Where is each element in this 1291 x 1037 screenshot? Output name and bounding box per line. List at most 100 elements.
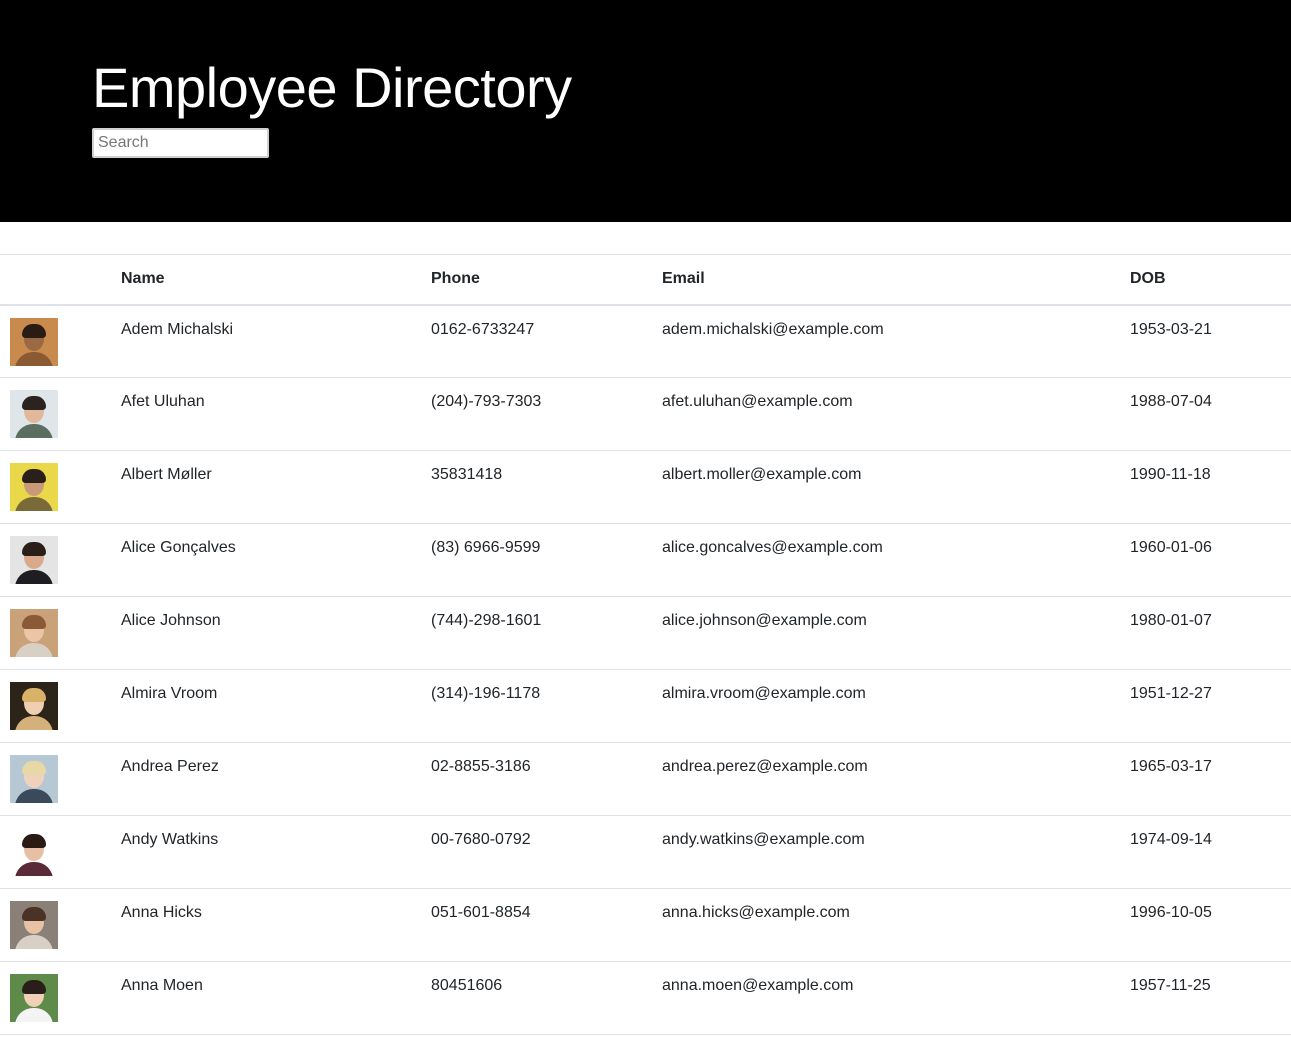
cell-name: Alice Gonçalves bbox=[121, 539, 236, 556]
cell-phone: 02-8855-3186 bbox=[431, 758, 531, 775]
cell-dob: 1951-12-27 bbox=[1130, 685, 1212, 702]
cell-email: adem.michalski@example.com bbox=[662, 320, 884, 338]
cell-name: Anna Hicks bbox=[121, 904, 202, 921]
table-row: Alice Gonçalves (83) 6966-9599 alice.gonca… bbox=[0, 524, 1291, 597]
cell-email: andrea.perez@example.com bbox=[662, 758, 868, 775]
cell-email: alice.johnson@example.com bbox=[662, 612, 867, 629]
avatar bbox=[10, 317, 58, 366]
cell-dob: 1974-09-14 bbox=[1130, 831, 1212, 848]
avatar-body bbox=[15, 789, 53, 803]
cell-email: almira.vroom@example.com bbox=[662, 685, 866, 702]
avatar-hair bbox=[22, 980, 46, 994]
cell-phone: (83) 6966-9599 bbox=[431, 539, 541, 556]
avatar bbox=[10, 390, 58, 438]
avatar-cell bbox=[0, 816, 121, 889]
table-row: Andy Watkins 00-7680-0792 andy.watkins@exa… bbox=[0, 816, 1291, 889]
avatar-body bbox=[15, 424, 53, 438]
table-row: Adem Michalski 0162-6733247 adem.michalski… bbox=[0, 305, 1291, 378]
avatar-cell bbox=[0, 378, 121, 451]
avatar-body bbox=[15, 570, 53, 584]
avatar bbox=[10, 682, 58, 730]
cell-dob: 1960-01-06 bbox=[1130, 539, 1212, 556]
cell-email: andy.watkins@example.com bbox=[662, 831, 865, 848]
cell-dob: 1965-03-17 bbox=[1130, 758, 1212, 775]
avatar-cell bbox=[0, 597, 121, 670]
column-header-phone[interactable]: Phone bbox=[431, 255, 662, 305]
cell-name: Andrea Perez bbox=[121, 758, 219, 775]
search-input[interactable] bbox=[92, 128, 269, 158]
page-header: Employee Directory bbox=[0, 0, 1291, 222]
cell-name: Almira Vroom bbox=[121, 685, 218, 702]
cell-phone: 0162-6733247 bbox=[431, 320, 535, 338]
avatar-body bbox=[15, 862, 53, 876]
cell-name: Albert Møller bbox=[121, 466, 212, 483]
table-row: Andrea Perez 02-8855-3186 andrea.perez@exa… bbox=[0, 743, 1291, 816]
avatar-hair bbox=[22, 688, 46, 702]
column-header-email[interactable]: Email bbox=[662, 255, 1130, 305]
avatar-hair bbox=[22, 834, 46, 848]
cell-dob: 1996-10-05 bbox=[1130, 904, 1212, 921]
table-header-row: Name Phone Email DOB bbox=[0, 254, 1291, 305]
table-row: Alice Johnson (744)-298-1601 alice.johnson… bbox=[0, 597, 1291, 670]
page-title: Employee Directory bbox=[92, 56, 572, 119]
cell-dob: 1980-01-07 bbox=[1130, 612, 1212, 629]
avatar bbox=[10, 901, 58, 949]
cell-email: anna.hicks@example.com bbox=[662, 904, 850, 921]
cell-name: Alice Johnson bbox=[121, 612, 221, 629]
table-header: Name Phone Email DOB bbox=[0, 254, 1291, 305]
table-row: Almira Vroom (314)-196-1178 almira.vroom@e… bbox=[0, 670, 1291, 743]
avatar-cell bbox=[0, 451, 121, 524]
avatar bbox=[10, 755, 58, 803]
avatar bbox=[10, 609, 58, 657]
avatar-hair bbox=[22, 323, 46, 338]
avatar bbox=[10, 463, 58, 511]
table-row: Albert Møller 35831418 albert.moller@examp… bbox=[0, 451, 1291, 524]
avatar-body bbox=[15, 351, 53, 366]
cell-dob: 1988-07-04 bbox=[1130, 393, 1212, 410]
avatar-hair bbox=[22, 396, 46, 410]
cell-phone: 00-7680-0792 bbox=[431, 831, 531, 848]
avatar-cell bbox=[0, 743, 121, 816]
cell-name: Anna Moen bbox=[121, 977, 203, 994]
avatar-body bbox=[15, 497, 53, 511]
avatar-hair bbox=[22, 542, 46, 556]
column-header-image bbox=[0, 255, 121, 305]
cell-phone: (314)-196-1178 bbox=[431, 685, 541, 702]
avatar-hair bbox=[22, 615, 46, 629]
cell-email: alice.goncalves@example.com bbox=[662, 539, 883, 556]
cell-phone: 35831418 bbox=[431, 466, 503, 483]
cell-dob: 1990-11-18 bbox=[1130, 466, 1211, 483]
cell-name: Afet Uluhan bbox=[121, 393, 205, 410]
avatar-hair bbox=[22, 469, 46, 483]
avatar-cell bbox=[0, 524, 121, 597]
cell-phone: (744)-298-1601 bbox=[431, 612, 542, 629]
cell-email: afet.uluhan@example.com bbox=[662, 393, 853, 410]
cell-dob: 1953-03-21 bbox=[1130, 320, 1212, 338]
avatar bbox=[10, 974, 58, 1022]
avatar-cell bbox=[0, 305, 121, 378]
cell-dob: 1957-11-25 bbox=[1130, 977, 1211, 994]
employee-table: Name Phone Email DOB Adem Michalski 0162-… bbox=[0, 254, 1291, 1035]
avatar-hair bbox=[22, 907, 46, 921]
avatar-body bbox=[15, 1008, 53, 1022]
avatar-cell bbox=[0, 962, 121, 1035]
cell-name: Adem Michalski bbox=[121, 320, 234, 338]
table-row: Afet Uluhan (204)-793-7303 afet.uluhan@exa… bbox=[0, 378, 1291, 451]
avatar-body bbox=[15, 716, 53, 730]
cell-phone: (204)-793-7303 bbox=[431, 393, 542, 410]
avatar bbox=[10, 536, 58, 584]
cell-email: albert.moller@example.com bbox=[662, 466, 862, 483]
avatar-body bbox=[15, 643, 53, 657]
cell-name: Andy Watkins bbox=[121, 831, 219, 848]
avatar-cell bbox=[0, 670, 121, 743]
avatar-cell bbox=[0, 889, 121, 962]
table-row: Anna Hicks 051-601-8854 anna.hicks@example… bbox=[0, 889, 1291, 962]
cell-phone: 051-601-8854 bbox=[431, 904, 531, 921]
column-header-dob[interactable]: DOB bbox=[1130, 255, 1291, 305]
cell-phone: 80451606 bbox=[431, 977, 503, 994]
avatar bbox=[10, 828, 58, 876]
column-header-name[interactable]: Name bbox=[121, 255, 431, 305]
employee-table-container: Name Phone Email DOB Adem Michalski 0162-… bbox=[0, 254, 1291, 1035]
avatar-hair bbox=[22, 761, 46, 775]
avatar-body bbox=[15, 935, 53, 949]
